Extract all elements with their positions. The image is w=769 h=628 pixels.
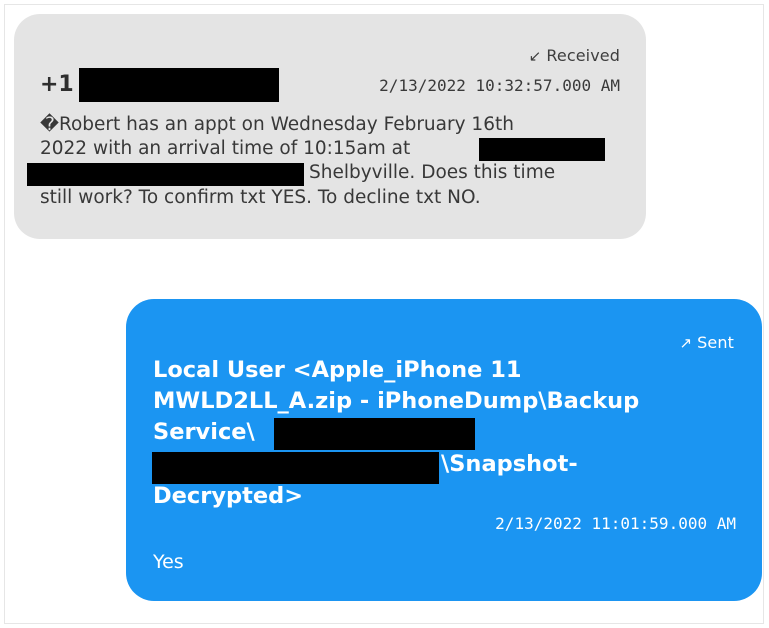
received-label: Received bbox=[546, 46, 620, 65]
received-message-bubble[interactable]: ↙ Received +1 2/13/2022 10:32:57.000 AM �… bbox=[14, 14, 646, 239]
redacted-location bbox=[27, 163, 304, 186]
redacted-phone-number bbox=[79, 68, 279, 102]
redacted-path bbox=[152, 452, 439, 484]
sender-header-line: Service\ bbox=[153, 419, 255, 445]
sender-header-line: MWLD2LL_A.zip - iPhoneDump\Backup bbox=[153, 388, 640, 414]
message-body-line: �Robert has an appt on Wednesday Februar… bbox=[40, 114, 514, 135]
message-body-line: Shelbyville. Does this time bbox=[309, 162, 556, 183]
sender-phone-number: +1 bbox=[40, 72, 74, 97]
message-body-line: 2022 with an arrival time of 10:15am at bbox=[40, 138, 411, 159]
message-body-line: still work? To confirm txt YES. To decli… bbox=[40, 187, 481, 208]
received-timestamp: 2/13/2022 10:32:57.000 AM bbox=[379, 76, 620, 95]
sent-message-body: Yes bbox=[153, 551, 184, 573]
sent-timestamp: 2/13/2022 11:01:59.000 AM bbox=[495, 514, 736, 533]
received-indicator: ↙ Received bbox=[529, 46, 620, 65]
sent-indicator: ↗ Sent bbox=[680, 333, 735, 352]
redacted-path bbox=[274, 418, 475, 450]
sent-message-bubble[interactable]: ↗ Sent Local User <Apple_iPhone 11 MWLD2L… bbox=[126, 299, 762, 601]
arrow-down-left-icon: ↙ bbox=[528, 47, 542, 65]
sender-header-line: \Snapshot- bbox=[441, 451, 578, 477]
sent-label: Sent bbox=[697, 333, 734, 352]
arrow-up-right-icon: ↗ bbox=[679, 334, 693, 352]
redacted-location bbox=[479, 138, 605, 161]
sender-header-line: Decrypted> bbox=[153, 483, 304, 509]
sender-header-line: Local User <Apple_iPhone 11 bbox=[153, 357, 522, 383]
